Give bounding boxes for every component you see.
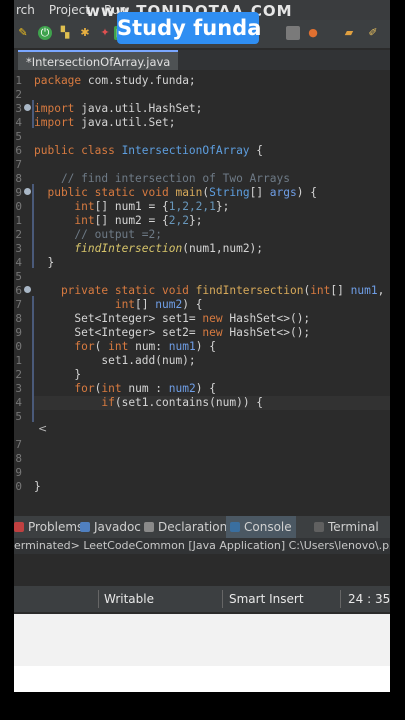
console-output[interactable] <box>14 554 390 584</box>
line-number: 0 <box>15 340 22 353</box>
line-number: 9 <box>15 466 22 479</box>
code-line: package com.study.funda; <box>34 74 196 87</box>
code-line: for(int num : num2) { <box>74 382 216 395</box>
line-number: 8 <box>15 172 22 185</box>
line-number: 7 <box>15 438 22 451</box>
declaration-icon <box>144 522 154 532</box>
scroll-left-icon[interactable]: < <box>38 422 47 435</box>
line-number: 3 <box>15 102 22 115</box>
line-number: 8 <box>15 452 22 465</box>
code-line: int[] num1 = {1,2,2,1}; <box>74 200 230 213</box>
line-number: 2 <box>15 368 22 381</box>
line-number: 9 <box>15 326 22 339</box>
horizontal-scrollbar[interactable]: < <box>14 422 390 436</box>
line-number: 2 <box>15 88 22 101</box>
coverage-icon[interactable]: ✦ <box>98 26 112 40</box>
status-divider <box>222 590 223 608</box>
editor-tab-bar: *IntersectionOfArray.java <box>14 50 390 70</box>
code-line: private static void findIntersection(int… <box>34 284 385 297</box>
tab-terminal[interactable]: Terminal <box>314 516 379 538</box>
status-divider <box>98 590 99 608</box>
build-icon[interactable]: ✱ <box>78 26 92 40</box>
line-number: 1 <box>15 74 22 87</box>
code-line: findIntersection(num1,num2); <box>74 242 264 255</box>
fold-marker-icon[interactable] <box>24 188 31 195</box>
line-number: 9 <box>15 186 22 199</box>
code-line: public static void main(String[] args) { <box>34 186 317 199</box>
line-number: 4 <box>15 116 22 129</box>
pin-icon[interactable]: ✎ <box>16 26 30 40</box>
tab-javadoc[interactable]: Javadoc <box>80 516 141 538</box>
fold-marker-icon[interactable] <box>24 286 31 293</box>
code-line: Set<Integer> set2= new HashSet<>(); <box>34 326 311 339</box>
terminal-icon <box>314 522 324 532</box>
editor-tab-intersectionofarray[interactable]: *IntersectionOfArray.java <box>18 50 179 70</box>
tab-label: Javadoc <box>94 520 141 534</box>
console-icon <box>230 522 240 532</box>
brush-icon[interactable]: ✐ <box>366 26 380 40</box>
status-bar: Writable Smart Insert 24 : 35 : <box>14 586 390 612</box>
code-comment: // output =2; <box>34 228 162 241</box>
tab-problems[interactable]: Problems <box>14 516 83 538</box>
javadoc-icon <box>80 522 90 532</box>
tab-console[interactable]: Console <box>226 516 296 538</box>
line-number: 2 <box>15 228 22 241</box>
search-icon[interactable]: ● <box>306 26 320 40</box>
code-line: int[] num2) { <box>114 298 203 311</box>
code-line: int[] num2 = {2,2}; <box>74 214 203 227</box>
line-number: 5 <box>15 130 22 143</box>
line-number: 3 <box>15 242 22 255</box>
blank-area-lower <box>14 666 390 692</box>
line-number: 8 <box>15 312 22 325</box>
eclipse-window: rch Project Run www.TONIDOTAA.COM ✎ ⏻ ▚ ✱ … <box>14 0 390 692</box>
code-line: import java.util.Set; <box>34 116 176 129</box>
line-number: 4 <box>15 256 22 269</box>
overlay-title-badge: Study funda <box>117 12 261 44</box>
line-number: 7 <box>15 298 22 311</box>
status-writable: Writable <box>104 592 154 606</box>
line-number: 5 <box>15 270 22 283</box>
code-line: public class IntersectionOfArray { <box>34 144 264 157</box>
code-comment: // find intersection of Two Arrays <box>34 172 290 185</box>
line-number: 4 <box>15 396 22 409</box>
open-folder-icon[interactable]: ▰ <box>342 26 356 40</box>
tab-label: Declaration <box>158 520 228 534</box>
status-divider <box>340 590 341 608</box>
blank-area <box>14 614 390 692</box>
code-line: } <box>34 256 55 269</box>
code-line: } <box>34 368 82 381</box>
code-line: Set<Integer> set1= new HashSet<>(); <box>34 312 311 325</box>
code-line: set1.add(num); <box>34 354 196 367</box>
problems-icon <box>14 522 24 532</box>
tab-label: Terminal <box>328 520 379 534</box>
code-line: } <box>34 480 41 493</box>
line-number: 6 <box>15 284 22 297</box>
terminal-icon[interactable] <box>286 26 300 40</box>
line-number: 7 <box>15 158 22 171</box>
skip-breakpoints-icon[interactable]: ▚ <box>58 26 72 40</box>
line-number: 1 <box>15 354 22 367</box>
code-line-current: if(set1.contains(num)) { <box>34 396 390 410</box>
debug-icon[interactable]: ⏻ <box>38 26 52 40</box>
menu-search[interactable]: rch <box>16 3 35 17</box>
code-line: for( int num: num1) { <box>74 340 216 353</box>
menu-project[interactable]: Project <box>49 3 90 17</box>
fold-marker-icon[interactable] <box>24 104 31 111</box>
line-number: 0 <box>15 200 22 213</box>
tab-declaration[interactable]: Declaration <box>144 516 227 538</box>
status-insert-mode[interactable]: Smart Insert <box>229 586 304 612</box>
line-number: 6 <box>15 144 22 157</box>
tab-label: Console <box>244 520 292 534</box>
console-header: erminated> LeetCodeCommon [Java Applicat… <box>14 538 390 554</box>
line-number: 1 <box>15 214 22 227</box>
line-number: 0 <box>15 480 22 493</box>
tab-label: Problems <box>28 520 84 534</box>
bottom-panel-tabs: Problems Javadoc Declaration Console Ter… <box>14 516 390 538</box>
code-line: import java.util.HashSet; <box>34 102 203 115</box>
status-cursor-position: 24 : 35 : <box>348 592 390 606</box>
line-number: 3 <box>15 382 22 395</box>
